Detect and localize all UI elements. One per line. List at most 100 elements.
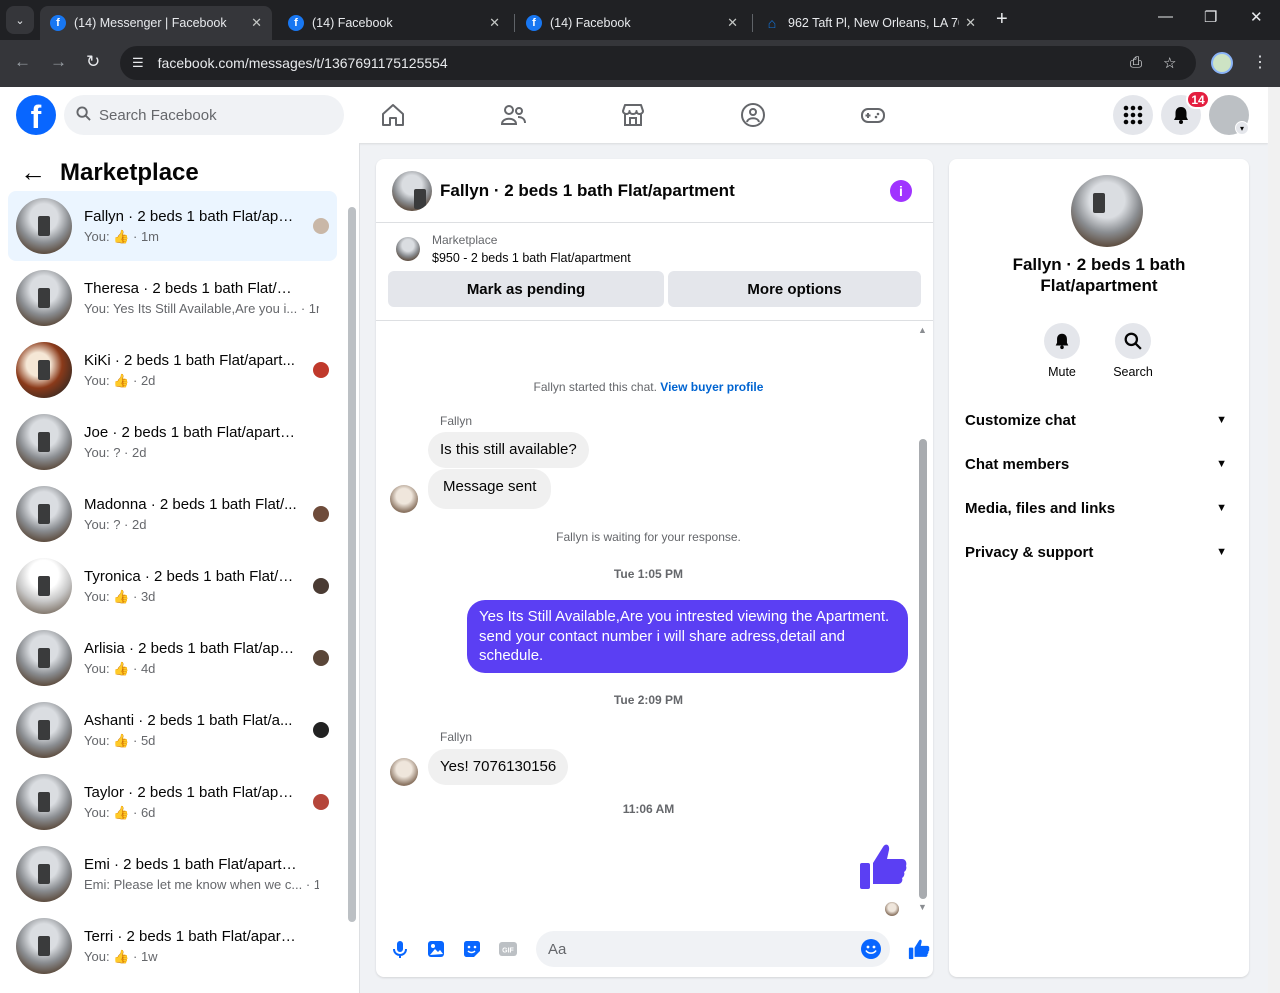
privacy-support-row[interactable]: Privacy & support ▼	[965, 530, 1233, 574]
bell-icon[interactable]	[1044, 323, 1080, 359]
friends-icon[interactable]	[499, 101, 527, 129]
conversation-thumbnail	[16, 702, 72, 758]
info-icon[interactable]: i	[890, 180, 912, 202]
back-arrow-icon[interactable]: ←	[20, 157, 46, 188]
home-icon[interactable]	[379, 101, 407, 129]
forward-icon[interactable]: →	[50, 52, 67, 72]
conversation-item[interactable]: KiKi · 2 beds 1 bath Flat/apart... You: 👍…	[8, 335, 337, 405]
photo-icon[interactable]	[426, 939, 446, 959]
outgoing-message[interactable]: Yes Its Still Available,Are you intreste…	[467, 600, 908, 673]
listing-description[interactable]: $950 - 2 beds 1 bath Flat/apartment	[432, 251, 631, 265]
bookmark-star-icon[interactable]: ☆	[1163, 54, 1176, 72]
search-box[interactable]	[64, 95, 344, 135]
more-options-button[interactable]: More options	[668, 271, 921, 307]
chat-members-row[interactable]: Chat members ▼	[965, 442, 1233, 486]
window-close-icon[interactable]: ✕	[1250, 8, 1263, 26]
browser-menu-icon[interactable]: ⋮	[1252, 52, 1268, 72]
customize-chat-row[interactable]: Customize chat ▼	[965, 398, 1233, 442]
gaming-icon[interactable]	[859, 101, 887, 129]
incoming-message[interactable]: Yes! 7076130156	[428, 749, 569, 785]
tab-facebook-2[interactable]: f (14) Facebook ✕	[516, 6, 748, 40]
browser-profile-avatar[interactable]	[1211, 52, 1233, 74]
chat-scrollbar[interactable]: ▲ ▼	[917, 325, 929, 913]
conversation-item[interactable]: Emi · 2 beds 1 bath Flat/apartme... Emi: …	[8, 839, 337, 909]
gif-icon[interactable]: GIF	[498, 939, 518, 959]
view-buyer-profile-link[interactable]: View buyer profile	[660, 380, 763, 394]
mute-action[interactable]: Mute	[1027, 323, 1097, 379]
site-settings-icon[interactable]: ☰	[132, 55, 144, 71]
tab-messenger[interactable]: f (14) Messenger | Facebook ✕	[40, 6, 272, 40]
message-input-box[interactable]	[536, 931, 890, 967]
chevron-down-icon[interactable]: ▾	[1235, 121, 1249, 135]
search-action[interactable]: Search	[1098, 323, 1168, 379]
sender-avatar[interactable]	[390, 485, 418, 513]
incoming-message[interactable]: Message sent	[428, 469, 552, 509]
seen-avatar	[313, 218, 329, 234]
conversation-preview: You: Yes Its Still Available,Are you i..…	[84, 301, 319, 316]
thumbs-up-icon: 👍	[113, 660, 130, 676]
microphone-icon[interactable]	[390, 939, 410, 959]
close-icon[interactable]: ✕	[489, 15, 500, 31]
scrollbar-thumb[interactable]	[919, 439, 927, 899]
preview-text: ?	[113, 445, 121, 460]
groups-icon[interactable]	[739, 101, 767, 129]
conversation-text: Terri · 2 beds 1 bath Flat/apartm... You:…	[84, 928, 337, 965]
scrollbar-thumb[interactable]	[348, 207, 356, 922]
conversation-item[interactable]: Madonna · 2 beds 1 bath Flat/... You: ? ·…	[8, 479, 337, 549]
sender-avatar[interactable]	[390, 758, 418, 786]
scroll-up-icon[interactable]: ▲	[918, 325, 927, 335]
chat-header: Fallyn · 2 beds 1 bath Flat/apartment i	[376, 159, 933, 223]
thumbs-up-send-icon[interactable]	[908, 938, 930, 960]
conversation-item[interactable]: Joe · 2 beds 1 bath Flat/apartment You: ?…	[8, 407, 337, 477]
conversation-item[interactable]: Tyronica · 2 beds 1 bath Flat/a... You: 👍…	[8, 551, 337, 621]
tab-zillow[interactable]: ⌂ 962 Taft Pl, New Orleans, LA 70 ✕	[754, 6, 986, 40]
install-app-icon[interactable]: ⎙	[1130, 54, 1142, 71]
back-icon[interactable]: ←	[14, 52, 31, 72]
chat-panel: Fallyn · 2 beds 1 bath Flat/apartment i …	[376, 159, 933, 977]
listing-thumbnail[interactable]	[396, 237, 420, 261]
listing-avatar[interactable]	[392, 170, 432, 211]
conversation-preview: Emi: Please let me know when we c... · 1…	[84, 877, 319, 892]
chat-title[interactable]: Fallyn · 2 beds 1 bath Flat/apartment	[440, 181, 735, 201]
conversation-item[interactable]: Arlisia · 2 beds 1 bath Flat/apa... You: …	[8, 623, 337, 693]
message-input[interactable]	[548, 940, 848, 958]
sticker-icon[interactable]	[462, 939, 482, 959]
conversation-name: KiKi · 2 beds 1 bath Flat/apart...	[84, 351, 295, 369]
address-bar[interactable]: ☰ facebook.com/messages/t/13676911751255…	[120, 46, 1196, 80]
close-icon[interactable]: ✕	[727, 15, 738, 31]
conversation-thumbnail	[16, 918, 72, 974]
preview-time: · 6d	[133, 804, 156, 820]
chevron-down-icon: ▼	[1216, 546, 1227, 558]
incoming-message[interactable]: Is this still available?	[428, 432, 589, 468]
close-icon[interactable]: ✕	[965, 15, 976, 31]
conversation-item[interactable]: Taylor · 2 beds 1 bath Flat/apa... You: 👍…	[8, 767, 337, 837]
media-files-links-row[interactable]: Media, files and links ▼	[965, 486, 1233, 530]
restore-icon[interactable]: ❐	[1204, 8, 1217, 26]
marketplace-label: Marketplace	[432, 233, 498, 247]
listing-avatar-large[interactable]	[1071, 175, 1143, 247]
reload-icon[interactable]: ↻	[86, 52, 100, 72]
facebook-logo-icon[interactable]: f	[16, 95, 56, 135]
tab-facebook-1[interactable]: f (14) Facebook ✕	[278, 6, 510, 40]
marketplace-icon[interactable]	[619, 101, 647, 129]
page-scrollbar[interactable]	[1268, 87, 1280, 993]
conversation-item[interactable]: Theresa · 2 beds 1 bath Flat/apar... You:…	[8, 263, 337, 333]
search-icon[interactable]	[1115, 323, 1151, 359]
search-input[interactable]	[99, 106, 319, 124]
sidebar-scrollbar[interactable]	[347, 195, 357, 990]
menu-grid-button[interactable]	[1113, 95, 1153, 135]
mark-as-pending-button[interactable]: Mark as pending	[388, 271, 664, 307]
url-text[interactable]: facebook.com/messages/t/1367691175125554	[158, 55, 448, 71]
close-icon[interactable]: ✕	[251, 15, 262, 31]
conversation-item[interactable]: Terri · 2 beds 1 bath Flat/apartm... You:…	[8, 911, 337, 981]
minimize-icon[interactable]: —	[1158, 8, 1173, 25]
new-tab-icon[interactable]: +	[996, 8, 1008, 31]
large-thumbs-up-icon[interactable]	[858, 841, 908, 891]
thumbs-up-icon: 👍	[113, 732, 130, 748]
message-list: Fallyn started this chat. View buyer pro…	[376, 321, 921, 913]
conversation-item[interactable]: Fallyn · 2 beds 1 bath Flat/apa... You: 👍…	[8, 191, 337, 261]
scroll-down-icon[interactable]: ▼	[918, 902, 927, 912]
emoji-icon[interactable]	[860, 938, 882, 960]
tab-search-button[interactable]: ⌄	[6, 6, 34, 34]
conversation-item[interactable]: Ashanti · 2 beds 1 bath Flat/a... You: 👍 …	[8, 695, 337, 765]
